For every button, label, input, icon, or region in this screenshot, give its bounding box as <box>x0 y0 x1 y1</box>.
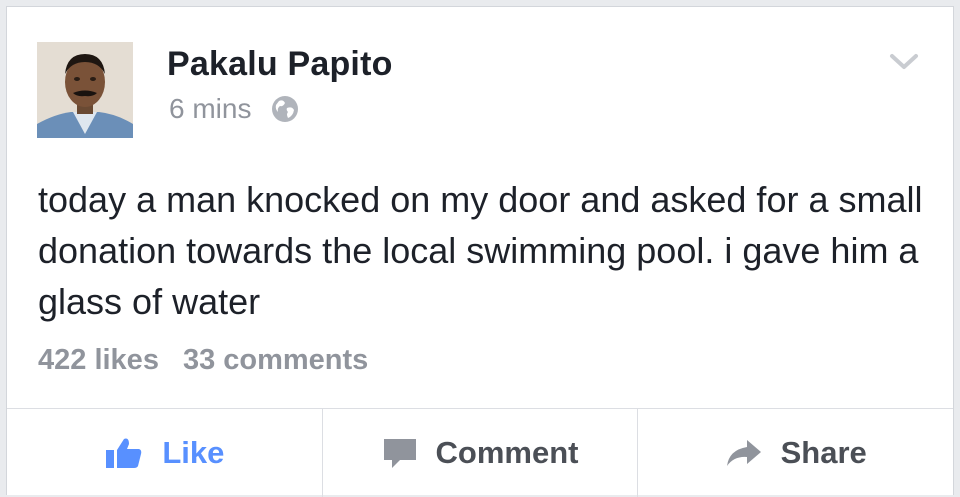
comment-label: Comment <box>435 435 579 470</box>
share-button[interactable]: Share <box>637 409 953 497</box>
comment-count[interactable]: 33 comments <box>183 344 368 377</box>
share-label: Share <box>780 435 867 470</box>
globe-icon <box>272 96 299 122</box>
post-text: today a man knocked on my door and asked… <box>38 179 923 322</box>
post-card: Pakalu Papito 6 mins today a man knocked… <box>6 6 954 497</box>
post-meta: 6 mins <box>169 93 299 125</box>
action-bar: Like Comment Share <box>7 408 953 497</box>
like-label: Like <box>162 435 225 470</box>
author-name[interactable]: Pakalu Papito <box>167 45 393 84</box>
avatar-image <box>37 42 133 138</box>
like-button[interactable]: Like <box>7 409 322 497</box>
share-arrow-icon <box>726 440 761 466</box>
comment-button[interactable]: Comment <box>321 409 638 497</box>
like-count[interactable]: 422 likes <box>38 344 159 377</box>
thumbs-up-icon <box>106 438 142 468</box>
chevron-down-icon[interactable] <box>889 51 919 73</box>
comment-icon <box>383 439 416 468</box>
avatar[interactable] <box>37 42 133 138</box>
post-timestamp[interactable]: 6 mins <box>169 93 251 125</box>
post-stats: 422 likes 33 comments <box>38 344 368 377</box>
